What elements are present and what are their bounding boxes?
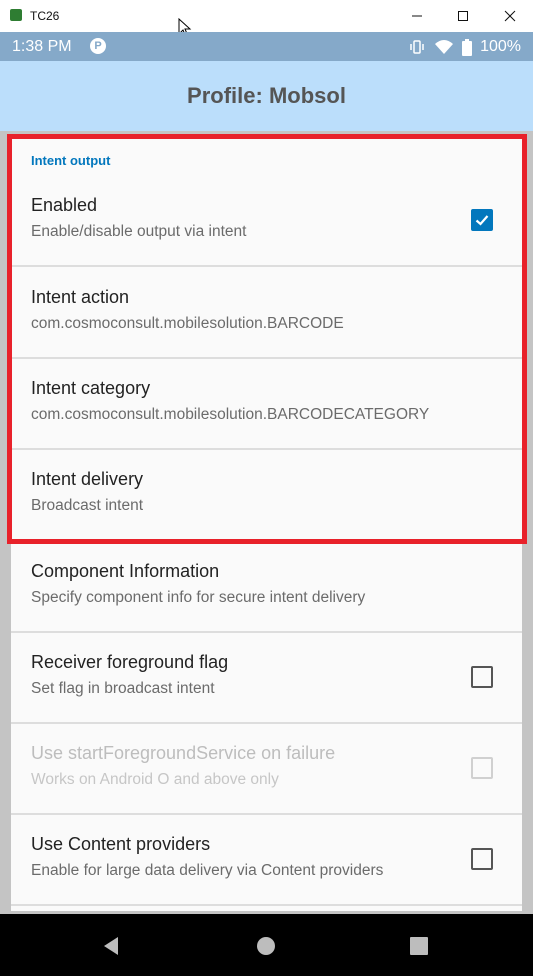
pref-intent-action[interactable]: Intent action com.cosmoconsult.mobilesol… [11,267,522,359]
pref-title: Receiver foreground flag [31,652,229,672]
pref-intent-category[interactable]: Intent category com.cosmoconsult.mobiles… [11,358,522,450]
status-bar: 1:38 PM P 100% [0,32,533,61]
wifi-icon [435,40,454,54]
pref-title: Intent category [31,378,151,398]
battery-percentage: 100% [480,38,521,55]
pref-summary: Enable/disable output via intent [31,223,247,240]
maximize-icon [458,11,468,21]
pref-enabled[interactable]: Enabled Enable/disable output via intent [11,175,522,267]
checkmark-icon [475,215,489,226]
minimize-button[interactable] [394,0,440,32]
pref-receiver-foreground-flag[interactable]: Receiver foreground flag Set flag in bro… [11,632,522,724]
pref-start-foreground-service: Use startForegroundService on failure Wo… [11,723,522,815]
pref-summary: Broadcast intent [31,497,144,514]
receiver-foreground-checkbox[interactable] [471,666,493,688]
minimize-icon [412,15,422,17]
pref-summary: com.cosmoconsult.mobilesolution.BARCODE [31,315,344,332]
window-titlebar: TC26 [0,0,533,38]
pref-use-content-providers[interactable]: Use Content providers Enable for large d… [11,814,522,906]
app-icon [10,9,22,21]
pref-title: Enabled [31,195,98,215]
app-bar: Profile: Mobsol [0,61,533,131]
pref-title: Intent delivery [31,469,144,489]
pref-summary: Works on Android O and above only [31,771,279,788]
back-icon[interactable] [100,934,124,958]
status-time: 1:38 PM [12,38,72,55]
close-icon [504,10,516,22]
preferences-card: Intent output Enabled Enable/disable out… [11,139,522,911]
pref-title: Use Content providers [31,834,211,854]
content-area[interactable]: Intent output Enabled Enable/disable out… [0,131,533,914]
pref-summary: Specify component info for secure intent… [31,589,366,606]
app-notification-icon: P [90,38,106,54]
pref-summary: com.cosmoconsult.mobilesolution.BARCODEC… [31,406,430,423]
enabled-checkbox[interactable] [471,209,493,231]
maximize-button[interactable] [440,0,486,32]
battery-icon [462,38,473,56]
navigation-bar [0,914,533,976]
content-providers-checkbox[interactable] [471,848,493,870]
pref-title: Component Information [31,561,220,581]
vibrate-icon [410,40,424,54]
pref-title: Use startForegroundService on failure [31,743,336,763]
page-title: Profile: Mobsol [187,83,346,108]
recent-apps-icon[interactable] [407,934,431,958]
pref-intent-delivery[interactable]: Intent delivery Broadcast intent [11,449,522,541]
section-header: Intent output [31,153,111,168]
start-foreground-service-checkbox [471,757,493,779]
pref-summary: Enable for large data delivery via Conte… [31,862,384,879]
pref-summary: Set flag in broadcast intent [31,680,215,697]
window-title: TC26 [30,9,60,23]
close-button[interactable] [487,0,533,32]
pref-title: Intent action [31,287,130,307]
pref-component-information[interactable]: Component Information Specify component … [11,541,522,633]
home-icon[interactable] [254,934,278,958]
